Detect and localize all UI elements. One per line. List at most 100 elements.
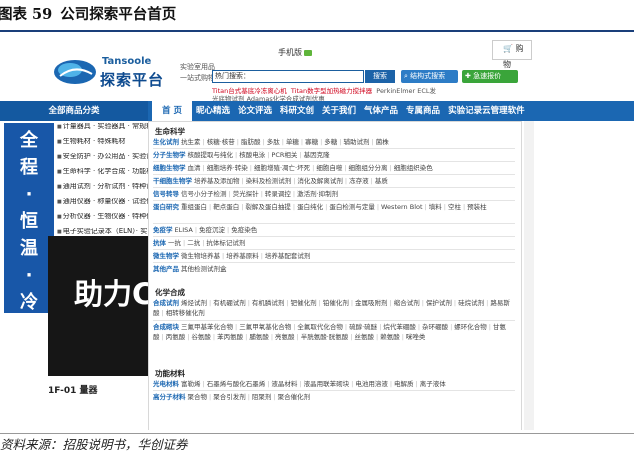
nav-papers[interactable]: 论文评选	[234, 101, 276, 121]
row-head[interactable]: 分子生物学	[153, 151, 186, 159]
category-link[interactable]: 抗体标记试剂	[206, 239, 245, 247]
category-link[interactable]: 钯催化剂	[291, 299, 317, 307]
nav-selected[interactable]: 昵心精选	[192, 101, 234, 121]
category-link[interactable]: 血清	[188, 164, 201, 172]
category-link[interactable]: 缩合试剂	[394, 299, 420, 307]
category-link[interactable]: 聚合引发剂	[213, 393, 246, 401]
row-head[interactable]: 抗体	[153, 239, 166, 247]
search-button[interactable]: 搜索	[365, 70, 395, 83]
category-link[interactable]: 石墨烯与酸化石墨烯	[207, 380, 266, 388]
category-link[interactable]: 空柱	[448, 203, 461, 211]
nav-home[interactable]: 首 页	[152, 101, 192, 121]
hero-banner[interactable]: 助力C	[48, 236, 152, 376]
category-link[interactable]: 多糖	[324, 138, 337, 146]
category-link[interactable]: 一抗	[168, 239, 181, 247]
category-link[interactable]: 丝氨酸	[355, 333, 375, 341]
search-input[interactable]: 热门搜索：	[212, 70, 364, 83]
category-link[interactable]: 信号小分子检测	[181, 190, 227, 198]
category-link[interactable]: 转录调控	[265, 190, 291, 198]
brand-name-cn[interactable]: 探索平台	[100, 69, 164, 90]
category-item[interactable]: 通用试剂 · 分析试剂 · 特种试剂	[57, 183, 148, 198]
category-link[interactable]: 液晶用联苯砌块	[304, 380, 350, 388]
category-link[interactable]: 辅助试剂	[344, 138, 370, 146]
row-head[interactable]: 其他产品	[153, 265, 179, 273]
category-link[interactable]: 荧光探针	[233, 190, 259, 198]
category-link[interactable]: 硅烷试剂	[458, 299, 484, 307]
category-link[interactable]: 消化及解离试剂	[297, 177, 343, 185]
category-link[interactable]: 多肽	[267, 138, 280, 146]
category-link[interactable]: 免疫染色	[231, 226, 257, 234]
nav-eln-software[interactable]: 实验记录云管理软件	[444, 101, 529, 121]
category-item[interactable]: 安全防护 · 办公用品 · 实验设备	[57, 153, 148, 168]
category-link[interactable]: 重组蛋白	[181, 203, 207, 211]
nav-exclusive[interactable]: 专属商品	[402, 101, 444, 121]
nav-culture[interactable]: 科研文创	[276, 101, 318, 121]
category-link[interactable]: 电解质	[394, 380, 414, 388]
category-link[interactable]: ELISA	[175, 226, 193, 234]
category-item[interactable]: 分析仪器 · 生物仪器 · 特种仪器	[57, 213, 148, 228]
category-link[interactable]: 螺环化合物	[454, 323, 487, 331]
nav-about[interactable]: 关于我们	[318, 101, 360, 121]
category-link[interactable]: 核酸电泳	[239, 151, 265, 159]
category-link[interactable]: 脂肪酸	[241, 138, 261, 146]
category-link[interactable]: 金属吸附剂	[355, 299, 388, 307]
category-link[interactable]: 咪唑类	[406, 333, 426, 341]
category-link[interactable]: 丙氨酸	[166, 333, 186, 341]
category-link[interactable]: 抗生素	[181, 138, 201, 146]
category-link[interactable]: 冻存液	[349, 177, 369, 185]
category-link[interactable]: 靶点蛋白	[213, 203, 239, 211]
category-link[interactable]: 阻聚剂	[252, 393, 272, 401]
category-link[interactable]: 其他检测试剂盒	[181, 265, 227, 273]
floor-label[interactable]: 1F-01 量器	[48, 383, 98, 396]
category-link[interactable]: 三氟甲氧基化合物	[239, 323, 291, 331]
category-link[interactable]: 液晶材料	[271, 380, 297, 388]
row-head[interactable]: 免疫学	[153, 226, 173, 234]
category-item[interactable]: 生物耗材 · 特殊耗材	[57, 138, 148, 153]
category-item[interactable]: 计量器具 · 实验器具 · 常规耗材	[57, 123, 148, 138]
category-link[interactable]: 核糖·核苷	[207, 138, 235, 146]
category-link[interactable]: 裂解及蛋白抽提	[245, 203, 291, 211]
row-head[interactable]: 干细胞生物学	[153, 177, 192, 185]
category-link[interactable]: 细胞组织染色	[394, 164, 433, 172]
category-link[interactable]: 亮氨酸	[275, 333, 295, 341]
category-link[interactable]: 电池用溶液	[355, 380, 388, 388]
category-link[interactable]: 预装柱	[467, 203, 487, 211]
category-link[interactable]: 单糖	[286, 138, 299, 146]
all-categories-tab[interactable]: 全部商品分类	[0, 101, 148, 121]
category-link[interactable]: 三氟甲基苯化合物	[181, 323, 233, 331]
category-link[interactable]: 寡糖	[305, 138, 318, 146]
category-link[interactable]: 杂环硼酸	[422, 323, 448, 331]
category-link[interactable]: 脯氨酸	[249, 333, 269, 341]
category-link[interactable]: 基质	[375, 177, 388, 185]
category-link[interactable]: 保护试剂	[426, 299, 452, 307]
category-link[interactable]: 谷氨酸	[191, 333, 211, 341]
category-link[interactable]: 聚合催化剂	[278, 393, 311, 401]
row-head[interactable]: 蛋白研究	[153, 203, 179, 211]
category-link[interactable]: 蛋白检测与定量	[329, 203, 375, 211]
category-link[interactable]: 半胱氨酸·胱氨酸	[301, 333, 349, 341]
category-link[interactable]: 细胞自噬	[316, 164, 342, 172]
category-link[interactable]: 激活剂·抑制剂	[297, 190, 338, 198]
cart-button[interactable]: 🛒 购物	[492, 40, 532, 69]
row-head[interactable]: 微生物学	[153, 252, 179, 260]
category-link[interactable]: 蛋白纯化	[297, 203, 323, 211]
category-link[interactable]: 基因克隆	[304, 151, 330, 159]
category-link[interactable]: 富勒烯	[181, 380, 201, 388]
row-head[interactable]: 生化试剂	[153, 138, 179, 146]
category-link[interactable]: 细胞培养·转染	[207, 164, 248, 172]
row-head[interactable]: 高分子材料	[153, 393, 186, 401]
category-link[interactable]: 填料	[429, 203, 442, 211]
category-item[interactable]: 生命科学 · 化学合成 · 功能材料	[57, 168, 148, 183]
category-link[interactable]: 离子液体	[420, 380, 446, 388]
category-link[interactable]: 赖氨酸	[380, 333, 400, 341]
row-head[interactable]: 合成试剂	[153, 299, 179, 307]
category-link[interactable]: 相转移催化剂	[166, 309, 205, 317]
structure-search-button[interactable]: ⌕ 结构式搜索	[401, 70, 458, 83]
category-link[interactable]: 全氟取代化合物	[297, 323, 343, 331]
cold-chain-promo[interactable]: 全 程 · 恒 温 · 冷 链	[4, 123, 54, 340]
row-head[interactable]: 合成砌块	[153, 323, 179, 331]
category-link[interactable]: 有机硼试剂	[213, 299, 246, 307]
category-link[interactable]: 染料及检测试剂	[246, 177, 292, 185]
category-link[interactable]: 微生物培养基	[181, 252, 220, 260]
category-link[interactable]: Western Blot	[381, 203, 423, 211]
